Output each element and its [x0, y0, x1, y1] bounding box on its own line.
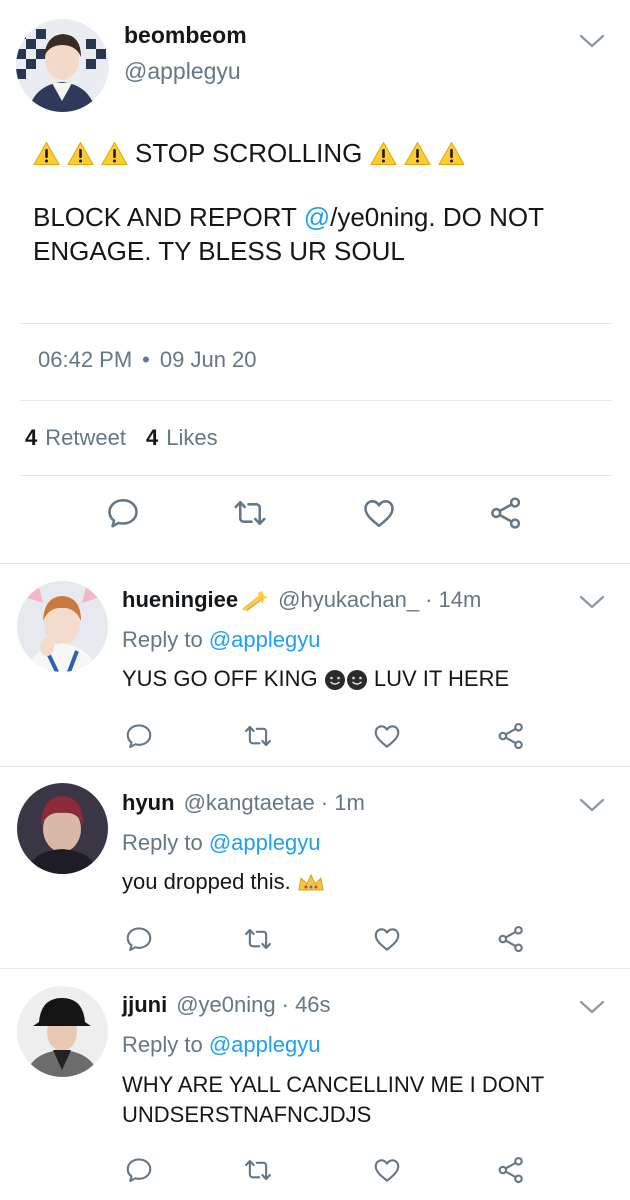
avatar[interactable]: [16, 19, 109, 112]
reply-tweet[interactable]: hueningiee @hyukachan_ · 14m Reply to @a…: [0, 564, 630, 764]
display-name[interactable]: beombeom: [124, 22, 247, 49]
smiling-face-icon: [324, 670, 345, 691]
user-handle[interactable]: @ye0ning: [176, 992, 275, 1018]
heart-icon[interactable]: [372, 924, 402, 954]
heart-icon[interactable]: [372, 1155, 402, 1185]
divider: [20, 475, 612, 476]
reply-to-handle[interactable]: @applegyu: [209, 1032, 321, 1057]
reply-context: Reply to @applegyu: [122, 627, 320, 653]
chevron-down-icon[interactable]: [579, 594, 605, 610]
reply-text-part: you dropped this.: [122, 869, 291, 894]
reply-actions: [0, 924, 630, 956]
chevron-down-icon[interactable]: [579, 797, 605, 813]
avatar[interactable]: [17, 581, 108, 672]
crown-emoji-icon: [298, 873, 324, 891]
display-name[interactable]: hyun: [122, 790, 175, 816]
reply-icon[interactable]: [124, 721, 154, 751]
display-name[interactable]: jjuni: [122, 992, 167, 1018]
divider: [20, 323, 612, 324]
reply-to-handle[interactable]: @applegyu: [209, 830, 321, 855]
retweet-count[interactable]: 4: [25, 425, 37, 451]
tweet-actions: [0, 495, 630, 540]
reply-header: jjuni @ye0ning · 46s: [122, 992, 331, 1018]
heart-icon[interactable]: [372, 721, 402, 751]
retweet-icon[interactable]: [243, 721, 273, 751]
user-handle[interactable]: @kangtaetae: [184, 790, 315, 816]
body-prefix: BLOCK AND REPORT: [33, 202, 304, 232]
avatar[interactable]: [17, 986, 108, 1077]
reply-age: · 1m: [320, 790, 365, 815]
retweet-icon[interactable]: [243, 924, 273, 954]
main-tweet: beombeom @applegyu STOP SCROLLING BLOCK …: [0, 0, 630, 563]
warning-icon: [67, 141, 94, 166]
reply-actions: [0, 721, 630, 753]
reply-tweet[interactable]: jjuni @ye0ning · 46s Reply to @applegyu …: [0, 969, 630, 1200]
headline-text: STOP SCROLLING: [135, 138, 363, 168]
like-count[interactable]: 4: [146, 425, 158, 451]
smiling-face-icon: [346, 670, 367, 691]
divider: [20, 400, 612, 401]
tweet-body: BLOCK AND REPORT @/ye0ning. DO NOT ENGAG…: [33, 200, 593, 268]
reply-text: you dropped this.: [122, 867, 592, 897]
retweet-icon[interactable]: [232, 495, 268, 531]
share-icon[interactable]: [496, 721, 526, 751]
reply-actions: [0, 1155, 630, 1187]
warning-icon: [404, 141, 431, 166]
comet-emoji-icon: [242, 591, 269, 611]
reply-text-part: WHY ARE YALL CANCELLINV ME I DONT UNDSER…: [122, 1072, 544, 1127]
reply-context: Reply to @applegyu: [122, 830, 320, 856]
share-icon[interactable]: [488, 495, 524, 531]
avatar[interactable]: [17, 783, 108, 874]
reply-age: · 46s: [281, 992, 331, 1017]
reply-header: hueningiee @hyukachan_ · 14m: [122, 587, 481, 613]
warning-icon: [370, 141, 397, 166]
separator-dot: •: [142, 347, 150, 372]
mention-link[interactable]: @: [304, 202, 330, 232]
reply-icon[interactable]: [124, 924, 154, 954]
share-icon[interactable]: [496, 1155, 526, 1185]
share-icon[interactable]: [496, 924, 526, 954]
warning-icon: [438, 141, 465, 166]
reply-to-handle[interactable]: @applegyu: [209, 627, 321, 652]
reply-to-label: Reply to: [122, 627, 203, 652]
chevron-down-icon[interactable]: [579, 33, 605, 49]
warning-icon: [101, 141, 128, 166]
reply-icon[interactable]: [124, 1155, 154, 1185]
reply-icon[interactable]: [105, 495, 141, 531]
engagement-stats: 4 Retweet 4 Likes: [25, 425, 218, 451]
reply-tweet[interactable]: hyun @kangtaetae · 1m Reply to @applegyu…: [0, 767, 630, 967]
tweet-timestamp: 06:42 PM • 09 Jun 20: [38, 347, 257, 373]
tweet-time: 06:42 PM: [38, 347, 133, 372]
reply-text: WHY ARE YALL CANCELLINV ME I DONT UNDSER…: [122, 1070, 592, 1130]
like-label[interactable]: Likes: [166, 425, 217, 451]
reply-age: · 14m: [425, 587, 482, 612]
display-name[interactable]: hueningiee: [122, 587, 238, 613]
user-handle[interactable]: @applegyu: [124, 58, 241, 85]
tweet-headline: STOP SCROLLING: [33, 138, 472, 169]
retweet-icon[interactable]: [243, 1155, 273, 1185]
tweet-date: 09 Jun 20: [159, 347, 257, 372]
reply-text-part: LUV IT HERE: [373, 666, 510, 691]
reply-text-part: YUS GO OFF KING: [122, 666, 318, 691]
reply-to-label: Reply to: [122, 1032, 203, 1057]
user-handle[interactable]: @hyukachan_: [278, 587, 419, 613]
reply-text: YUS GO OFF KING LUV IT HERE: [122, 664, 592, 694]
retweet-label[interactable]: Retweet: [45, 425, 126, 451]
warning-icon: [33, 141, 60, 166]
reply-header: hyun @kangtaetae · 1m: [122, 790, 365, 816]
chevron-down-icon[interactable]: [579, 999, 605, 1015]
heart-icon[interactable]: [361, 495, 397, 531]
reply-to-label: Reply to: [122, 830, 203, 855]
reply-context: Reply to @applegyu: [122, 1032, 320, 1058]
